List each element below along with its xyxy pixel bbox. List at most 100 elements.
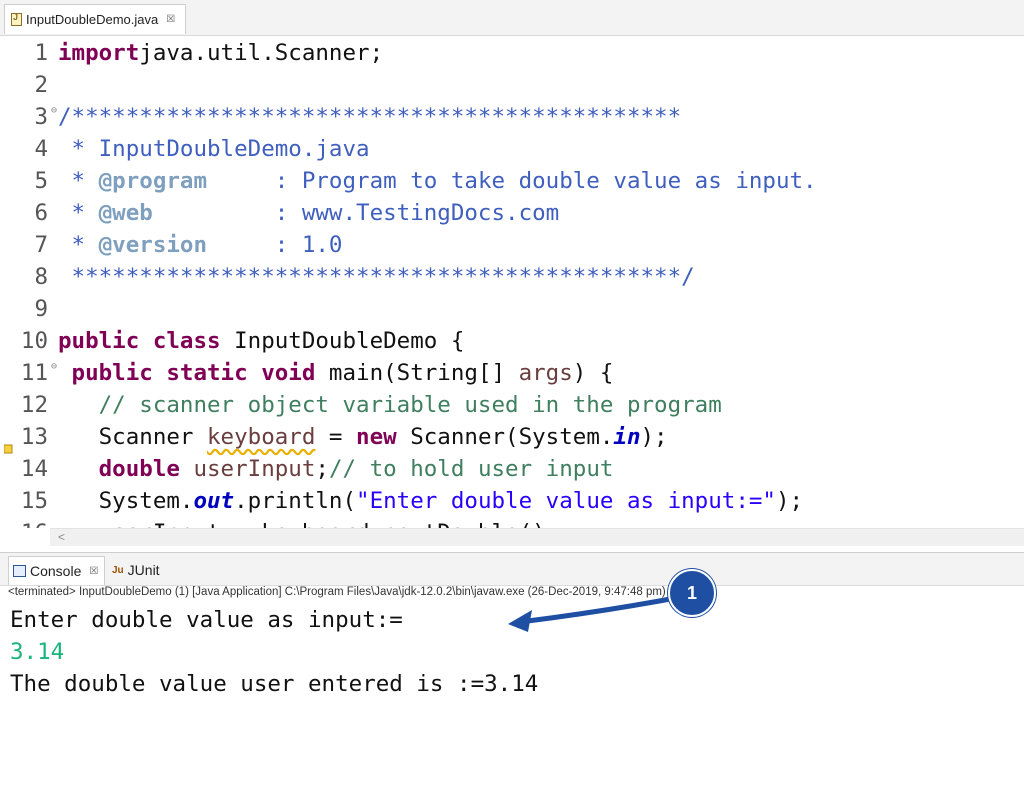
code-line[interactable]: 14 double userInput;// to hold user inpu… [0, 453, 614, 485]
code-token: public [58, 328, 140, 354]
code-token: double [98, 456, 180, 482]
code-line[interactable]: 11 ⊖ public static void main(String[] arg… [0, 357, 614, 389]
code-line[interactable]: 13 Scanner keyboard = new Scanner(System… [0, 421, 668, 454]
fold-toggle-icon[interactable]: ⊖ [51, 357, 57, 377]
code-token: userInput = keyboard.nextDouble(); [58, 520, 560, 528]
code-token: in [613, 424, 641, 450]
tab-junit-label: JUnit [127, 562, 160, 578]
close-tab-icon[interactable]: ☒ [166, 14, 175, 25]
code-token: main(String[] [315, 360, 519, 386]
code-line[interactable]: 6 * @web : www.TestingDocs.com [0, 197, 559, 229]
code-token: @program [98, 168, 208, 194]
code-token: ) { [572, 360, 614, 386]
code-line[interactable]: 16 userInput = keyboard.nextDouble(); [0, 517, 559, 528]
console-output[interactable]: Enter double value as input:= 3.14 The dou… [10, 604, 1010, 700]
line-number: 8 [34, 264, 48, 290]
code-line[interactable]: 7 * @version : 1.0 [0, 229, 342, 261]
line-number: 1 [34, 40, 48, 66]
code-line[interactable]: 1 importjava.util.Scanner; [0, 37, 383, 69]
junit-icon: Ju [112, 564, 124, 576]
code-line[interactable]: 12 // scanner object variable used in th… [0, 389, 722, 421]
line-number: 11 ⊖ [0, 357, 57, 389]
code-token: Scanner(System. [396, 424, 614, 450]
code-token: ****************************************… [58, 264, 695, 290]
line-number: 12 [20, 392, 48, 418]
code-token: java.util.Scanner; [139, 40, 384, 66]
code-token: Scanner [58, 424, 208, 450]
line-number: 14 [20, 456, 48, 482]
line-number: 2 [34, 72, 48, 98]
editor-tab-inputdoubledemo[interactable]: InputDoubleDemo.java ☒ [4, 4, 187, 34]
tab-console-label: Console [30, 563, 82, 579]
code-token: static [166, 360, 248, 386]
code-token: * [58, 232, 99, 258]
code-line[interactable]: 15 System.out.println("Enter double valu… [0, 485, 803, 517]
fold-toggle-icon[interactable]: ⊖ [51, 101, 57, 121]
callout-badge: 1 [668, 569, 716, 617]
line-number: 6 [34, 200, 48, 226]
code-token: : 1.0 [207, 232, 343, 258]
code-token: class [152, 328, 221, 354]
line-number: 15 [20, 488, 48, 514]
line-number: 5 [34, 168, 48, 194]
code-token: // to hold user input [328, 456, 614, 482]
code-token: .println( [234, 488, 357, 514]
console-status-line: <terminated> InputDoubleDemo (1) [Java A… [8, 586, 666, 598]
warning-marker-icon[interactable] [3, 431, 14, 454]
tab-junit[interactable]: Ju JUnit [112, 556, 160, 584]
code-line[interactable]: 4 * InputDoubleDemo.java [0, 133, 370, 165]
code-line[interactable]: 3 ⊖/*************************************… [0, 101, 681, 133]
code-token: ; [315, 456, 329, 482]
code-line[interactable]: 9 [0, 293, 58, 325]
code-line[interactable]: 8 **************************************… [0, 261, 695, 293]
code-token: out [193, 488, 235, 514]
code-token: userInput [193, 456, 316, 482]
console-output-line: Enter double value as input:= [10, 607, 403, 633]
code-token: @web [98, 200, 153, 226]
code-token: public [71, 360, 153, 386]
line-number: 9 [34, 296, 48, 322]
code-token: new [356, 424, 397, 450]
console-tab-bar: Console ☒ Ju JUnit [0, 552, 1024, 586]
java-file-icon [11, 12, 22, 26]
code-line[interactable]: 10 public class InputDoubleDemo { [0, 325, 465, 357]
console-icon [13, 565, 26, 577]
code-token: System. [58, 488, 194, 514]
code-token: "Enter double value as input:=" [356, 488, 776, 514]
code-token: * [58, 200, 99, 226]
code-token: InputDoubleDemo { [220, 328, 465, 354]
code-line[interactable]: 2 [0, 69, 58, 101]
line-number: 10 [20, 328, 48, 354]
code-token: /***************************************… [58, 104, 682, 130]
line-number: 3 ⊖ [0, 101, 57, 133]
line-number: 7 [34, 232, 48, 258]
code-token: args [518, 360, 573, 386]
code-token: // scanner object variable used in the p… [98, 392, 722, 418]
code-token: * InputDoubleDemo.java [58, 136, 370, 162]
close-console-tab-icon[interactable]: ☒ [89, 566, 98, 577]
scroll-left-icon[interactable]: < [58, 529, 65, 546]
code-token: * [58, 168, 99, 194]
editor-tab-bar: InputDoubleDemo.java ☒ [0, 0, 1024, 36]
code-token: @version [98, 232, 208, 258]
code-token: : www.TestingDocs.com [152, 200, 560, 226]
tab-console[interactable]: Console ☒ [8, 556, 106, 585]
code-token: ); [775, 488, 804, 514]
line-number: 4 [34, 136, 48, 162]
code-token: void [261, 360, 316, 386]
line-number: 16 [0, 517, 48, 528]
code-line[interactable]: 5 * @program : Program to take double va… [0, 165, 817, 197]
code-token: = [315, 424, 357, 450]
code-token: ); [640, 424, 668, 450]
code-token: : Program to take double value as input. [207, 168, 817, 194]
console-user-input: 3.14 [10, 639, 65, 665]
horizontal-scrollbar[interactable]: < [50, 528, 1024, 546]
code-editor[interactable]: 1 importjava.util.Scanner; 2 3 ⊖/***********… [0, 36, 1024, 528]
code-token: import [58, 40, 140, 66]
